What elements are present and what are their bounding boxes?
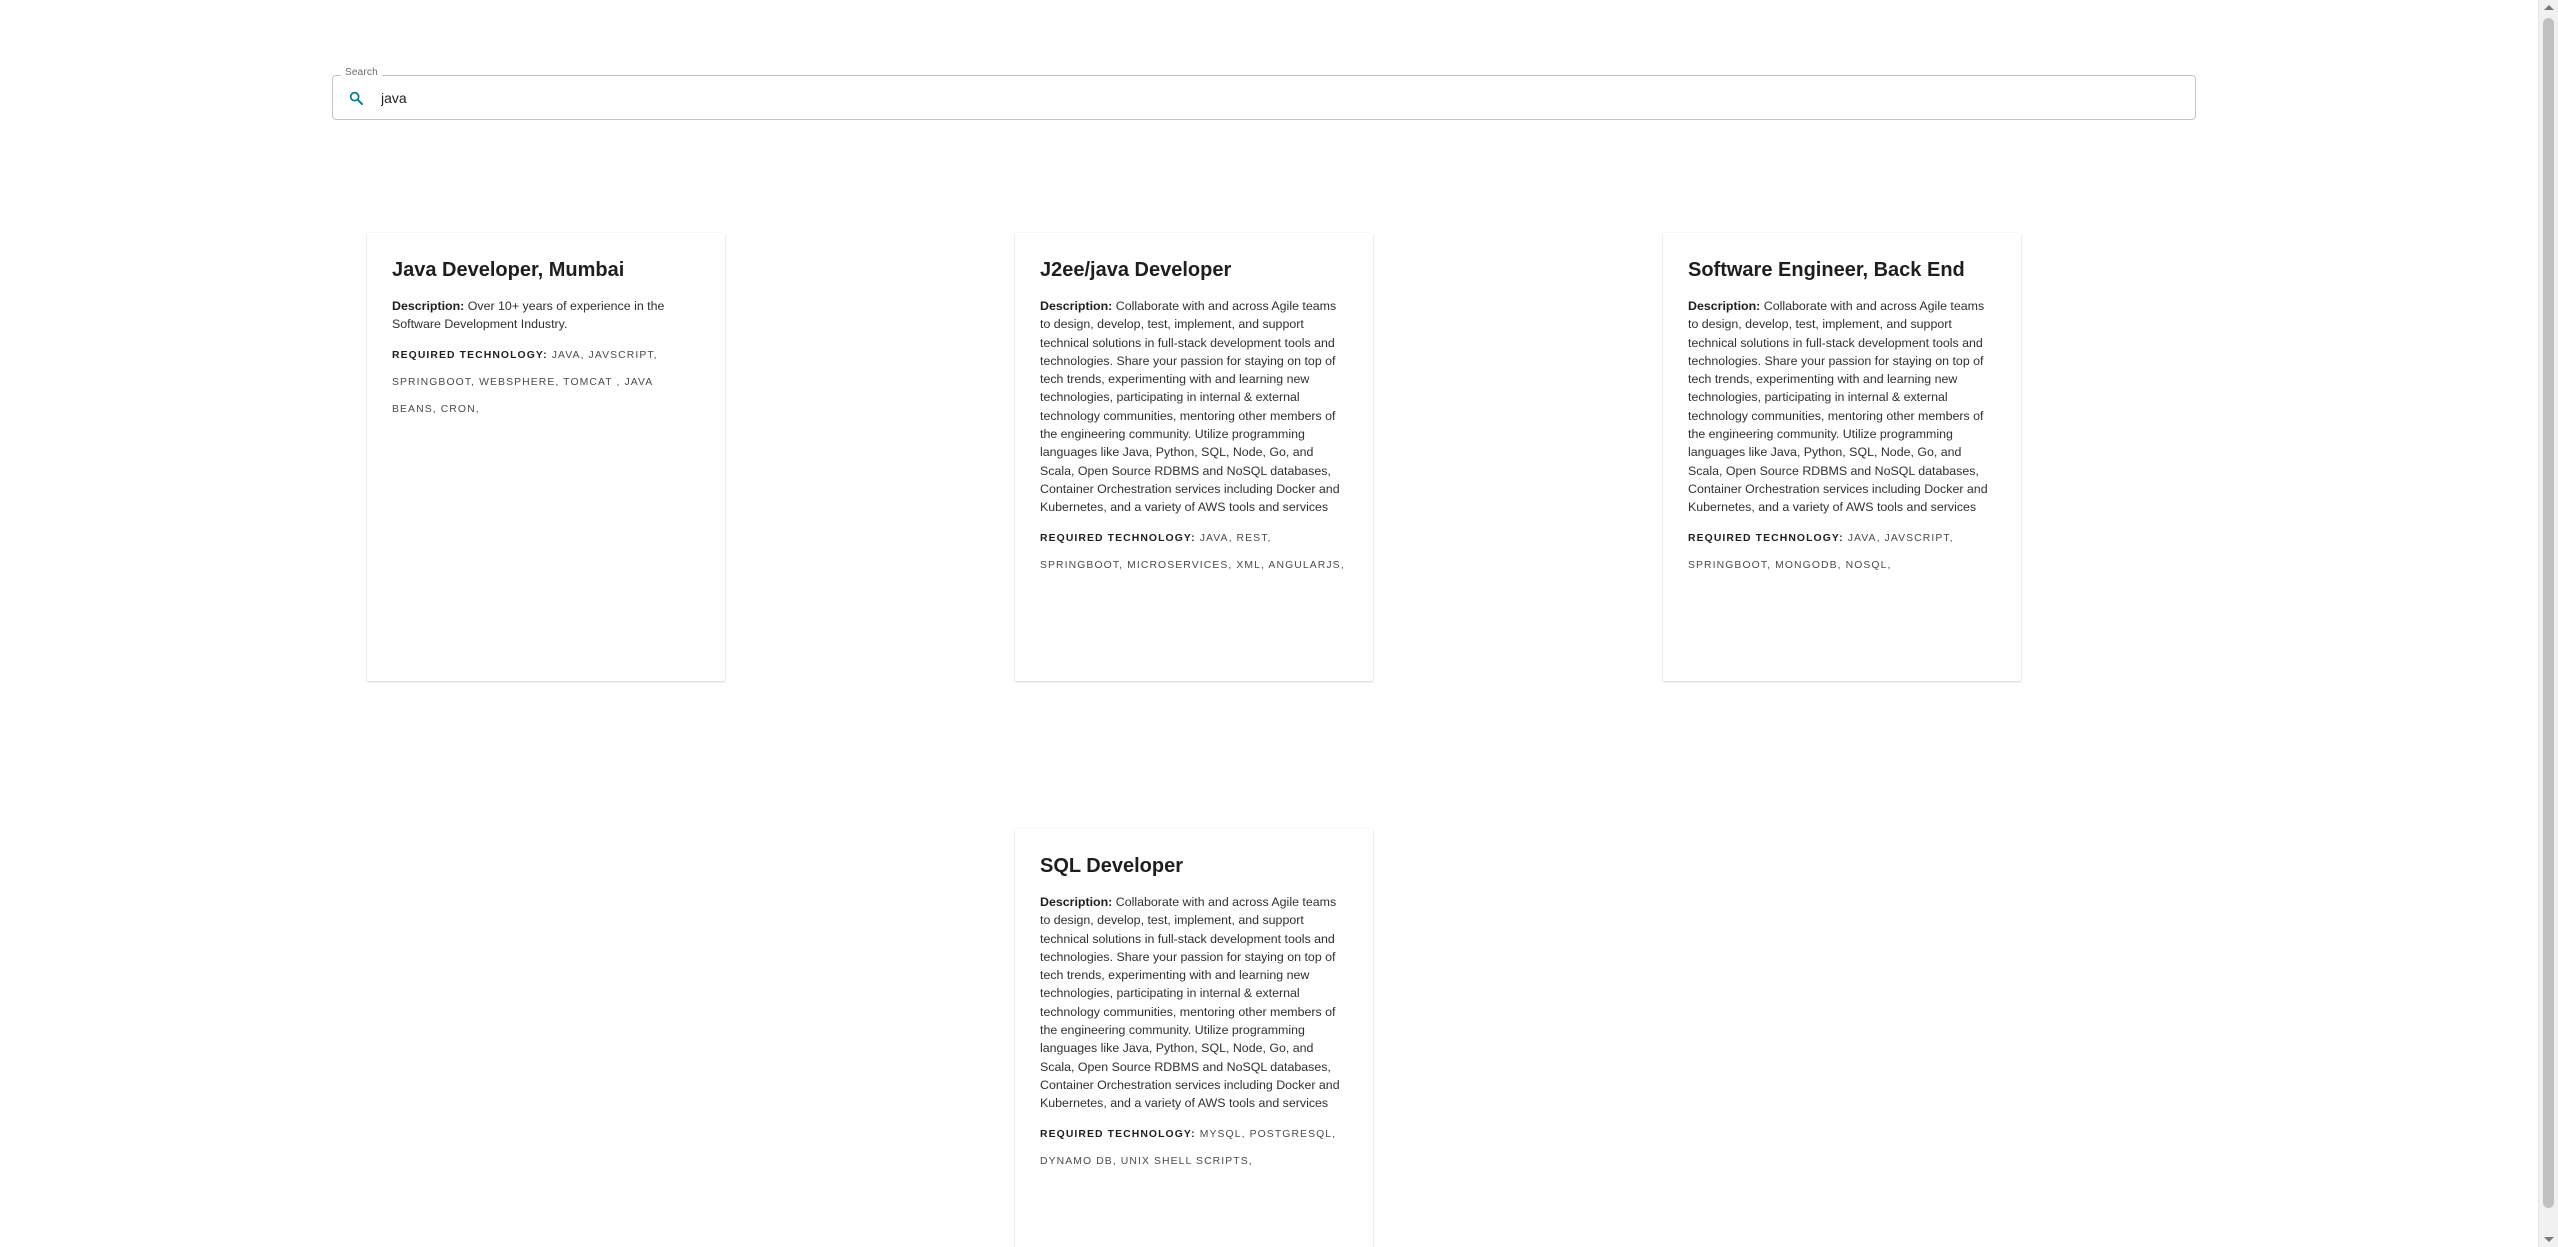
job-card[interactable]: J2ee/java Developer Description: Collabo…: [1015, 233, 1373, 681]
description-text: Collaborate with and across Agile teams …: [1040, 299, 1340, 515]
job-description: Description: Over 10+ years of experienc…: [392, 297, 700, 334]
job-title: SQL Developer: [1040, 855, 1184, 877]
description-label: Description:: [1688, 299, 1761, 313]
required-technology: Required Technology: JAVA, JAVSCRIPT, SP…: [1688, 525, 1996, 579]
description-label: Description:: [392, 299, 465, 313]
description-text: Collaborate with and across Agile teams …: [1688, 299, 1988, 515]
job-description: Description: Collaborate with and across…: [1040, 893, 1348, 1113]
tech-label: Required Technology:: [392, 349, 548, 361]
job-title: Java Developer, Mumbai: [392, 259, 625, 281]
job-search-page: Search Java Developer, Mumbai Descriptio…: [0, 0, 2558, 1247]
tech-label: Required Technology:: [1040, 1128, 1196, 1140]
scroll-up-arrow-icon[interactable]: [2544, 5, 2554, 10]
job-description: Description: Collaborate with and across…: [1040, 297, 1348, 517]
search-field[interactable]: Search: [332, 67, 2196, 120]
search-input[interactable]: [381, 82, 2195, 113]
required-technology: Required Technology: MYSQL, POSTGRESQL, …: [1040, 1121, 1348, 1175]
job-title: Software Engineer, Back End: [1688, 259, 1965, 281]
description-label: Description:: [1040, 299, 1113, 313]
required-technology: Required Technology: JAVA, REST, SPRINGB…: [1040, 525, 1348, 579]
job-card[interactable]: Software Engineer, Back End Description:…: [1663, 233, 2021, 681]
job-description: Description: Collaborate with and across…: [1688, 297, 1996, 517]
job-title: J2ee/java Developer: [1040, 259, 1232, 281]
scrollbar-thumb[interactable]: [2543, 18, 2554, 1208]
job-card[interactable]: Java Developer, Mumbai Description: Over…: [367, 233, 725, 681]
tech-label: Required Technology:: [1688, 532, 1844, 544]
scroll-down-arrow-icon[interactable]: [2544, 1237, 2554, 1242]
required-technology: Required Technology: JAVA, JAVSCRIPT, SP…: [392, 342, 700, 423]
tech-label: Required Technology:: [1040, 532, 1196, 544]
search-icon: [345, 87, 367, 109]
search-legend: Search: [341, 67, 382, 78]
job-card[interactable]: SQL Developer Description: Collaborate w…: [1015, 829, 1373, 1247]
vertical-scrollbar[interactable]: [2538, 0, 2558, 1247]
description-label: Description:: [1040, 895, 1113, 909]
description-text: Collaborate with and across Agile teams …: [1040, 895, 1340, 1111]
